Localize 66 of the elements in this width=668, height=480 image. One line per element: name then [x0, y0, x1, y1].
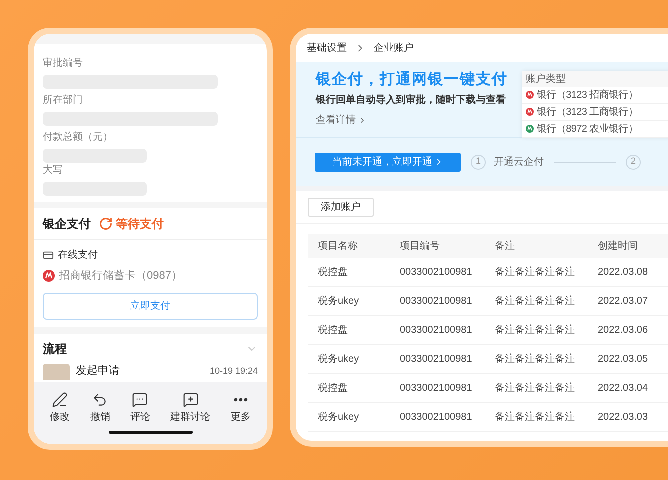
table-cell-text: 2022.03.05 [598, 352, 650, 366]
table-cell-text: 备注备注备注备注 [495, 294, 576, 308]
table-cell-text: 备注备注备注备注 [495, 410, 576, 424]
pencil-icon [52, 392, 68, 408]
table-cell-text: 备注备注备注备注 [495, 266, 576, 280]
breadcrumb-link[interactable]: 企业账户 [374, 40, 414, 56]
bank-logo-icon [43, 270, 55, 282]
table-cell-text: 2022.03.03 [598, 410, 650, 424]
card-name: 招商银行储蓄卡（0987） [59, 268, 182, 284]
banner-subtitle: 银行回单自动导入到审批，随时下载与查看 [316, 94, 507, 108]
toolbar-button[interactable]: 修改 [50, 392, 70, 424]
table-cell-text: 0033002100981 [400, 266, 474, 280]
column-header: 备注 [495, 240, 516, 254]
table-cell-text: 2022.03.07 [598, 294, 650, 308]
account-name: 银行（3123 工商银行） [537, 106, 638, 120]
table-cell-text: 税务ukey [318, 352, 360, 366]
table-cell-text: 2022.03.08 [598, 266, 650, 280]
column-header: 项目名称 [318, 240, 359, 254]
avatar-placeholder [43, 364, 70, 380]
chevron-right-icon [358, 116, 367, 125]
table-cell-text: 2022.03.06 [598, 324, 650, 338]
step-number: 1 [471, 154, 486, 170]
account-card-header: 账户类型 [526, 72, 566, 86]
column-header: 创建时间 [598, 240, 639, 254]
payment-method: 在线支付 [58, 248, 98, 263]
banner-title: 银企付，打通网银一键支付 [316, 70, 508, 90]
card-icon [43, 250, 54, 261]
table-cell-text: 备注备注备注备注 [495, 382, 576, 396]
toolbar-button[interactable]: 更多 [230, 392, 251, 424]
table-cell-text: 税控盘 [318, 324, 349, 338]
undo-icon [92, 392, 108, 408]
table-cell-text: 0033002100981 [400, 410, 474, 424]
breadcrumb-link[interactable]: 基础设置 [307, 40, 347, 56]
section-title: 银企支付 [43, 216, 91, 232]
table-cell-text: 税控盘 [318, 382, 349, 396]
table-cell-text: 税务ukey [318, 294, 360, 308]
account-name: 银行（8972 农业银行） [537, 122, 638, 136]
step-label: 开通云企付 [494, 156, 544, 170]
status-text: 等待支付 [116, 216, 164, 232]
toolbar-button[interactable]: 建群讨论 [170, 392, 211, 424]
table-cell-text: 税控盘 [318, 266, 349, 280]
table-cell-text: 2022.03.04 [598, 382, 650, 396]
field-label: 大写 [43, 164, 64, 178]
toolbar-button[interactable]: 撤销 [90, 392, 110, 424]
process-action: 发起申请 [76, 364, 120, 378]
account-name: 银行（3123 招商银行） [537, 88, 638, 102]
more-icon [234, 398, 248, 402]
field-label: 付款总额（元） [43, 131, 114, 145]
section-title: 流程 [43, 340, 67, 358]
table-cell-text: 备注备注备注备注 [495, 324, 576, 338]
details-link[interactable]: 查看详情 [316, 113, 356, 128]
add-account-button[interactable]: 添加账户 [308, 198, 374, 216]
add-chat-icon [182, 392, 199, 408]
comment-icon [132, 392, 148, 408]
table-cell-text: 0033002100981 [400, 324, 474, 338]
column-header: 项目编号 [400, 240, 441, 254]
step-number: 2 [626, 154, 641, 170]
table-cell-text: 备注备注备注备注 [495, 352, 576, 366]
table-cell-text: 0033002100981 [400, 352, 474, 366]
field-label: 审批编号 [43, 57, 84, 71]
field-label: 所在部门 [43, 94, 84, 108]
table-cell-text: 0033002100981 [400, 382, 474, 396]
toolbar-button[interactable]: 评论 [130, 392, 150, 424]
table-cell-text: 0033002100981 [400, 294, 474, 308]
process-time: 10-19 19:24 [210, 364, 258, 378]
table-cell-text: 税务ukey [318, 410, 360, 424]
